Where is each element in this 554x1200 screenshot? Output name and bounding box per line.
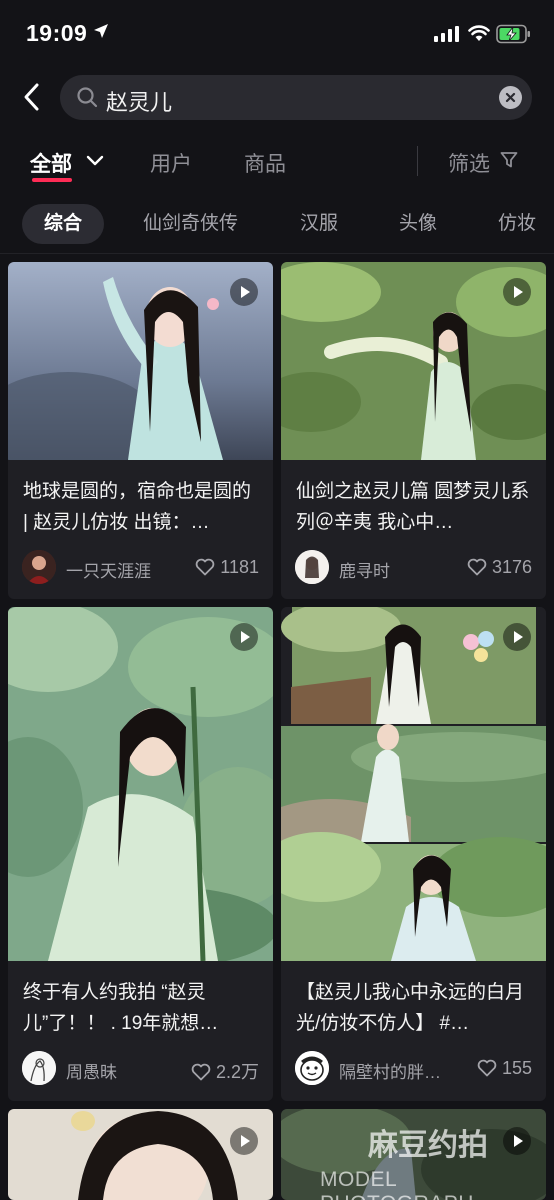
- wifi-icon: [468, 25, 490, 41]
- filter-button[interactable]: 筛选: [448, 148, 518, 178]
- primary-tabs: 全部 用户 商品 筛选: [0, 140, 554, 190]
- feed-card[interactable]: 【赵灵儿我心中永远的白月光/仿妆不仿人】 #… 隔壁村的胖… 155: [281, 607, 546, 1101]
- watermark-line2: MODEL PHOTOGRAPH: [320, 1168, 473, 1200]
- heart-icon: [191, 1063, 211, 1081]
- play-icon: [230, 278, 258, 306]
- card-thumbnail[interactable]: [8, 262, 273, 460]
- tab-products[interactable]: 商品: [244, 148, 286, 178]
- card-thumbnail[interactable]: [281, 607, 546, 961]
- tab-users[interactable]: 用户: [150, 148, 192, 178]
- avatar[interactable]: [22, 1051, 56, 1085]
- watermark-line1: 麻豆约拍: [368, 1129, 488, 1162]
- tab-divider: [417, 146, 418, 176]
- card-title[interactable]: 仙剑之赵灵儿篇 圆梦灵儿系列＠辛夷 我心中…: [296, 476, 532, 538]
- card-author[interactable]: 一只天涯涯: [66, 557, 186, 582]
- feed-card[interactable]: [8, 1109, 273, 1200]
- location-arrow-icon: [94, 24, 108, 38]
- chip-makeup[interactable]: 仿妆: [476, 204, 554, 244]
- like-count: 2.2万: [215, 1062, 259, 1082]
- search-bar[interactable]: 赵灵儿: [60, 75, 532, 120]
- play-icon: [230, 623, 258, 651]
- heart-icon: [477, 1059, 497, 1077]
- chevron-down-icon[interactable]: [86, 155, 104, 167]
- play-icon: [503, 623, 531, 651]
- heart-icon: [467, 558, 487, 576]
- like-count: 1181: [220, 557, 259, 577]
- like-count: 155: [501, 1058, 532, 1078]
- active-tab-indicator: [32, 178, 72, 182]
- status-bar: 19:09: [0, 0, 554, 68]
- filter-icon: [500, 152, 518, 168]
- battery-charging-icon: [496, 24, 530, 44]
- clear-button[interactable]: [499, 86, 522, 109]
- card-title[interactable]: 终于有人约我拍 “赵灵儿”了！！ . 19年就想…: [23, 977, 259, 1039]
- watermark: 麻豆约拍 MODEL PHOTOGRAPH: [318, 1120, 554, 1200]
- card-author[interactable]: 隔壁村的胖…: [339, 1058, 459, 1083]
- header-divider: [0, 253, 554, 254]
- card-author[interactable]: 鹿寻时: [339, 557, 459, 582]
- avatar[interactable]: [22, 550, 56, 584]
- search-icon: [77, 87, 98, 108]
- chip-xianjian[interactable]: 仙剑奇侠传: [121, 204, 260, 244]
- tab-all[interactable]: 全部: [30, 148, 72, 178]
- card-thumbnail[interactable]: [281, 262, 546, 460]
- feed-card[interactable]: 终于有人约我拍 “赵灵儿”了！！ . 19年就想… 周愚昧 2.2万: [8, 607, 273, 1101]
- like-count: 3176: [491, 557, 532, 577]
- filter-label: 筛选: [448, 153, 490, 176]
- status-time: 19:09: [26, 20, 88, 46]
- chip-comprehensive[interactable]: 综合: [22, 204, 105, 244]
- clear-icon: [505, 92, 516, 103]
- card-title[interactable]: 【赵灵儿我心中永远的白月光/仿妆不仿人】 #…: [296, 977, 532, 1039]
- search-input[interactable]: 赵灵儿: [106, 85, 172, 117]
- card-author[interactable]: 周愚昧: [66, 1058, 186, 1083]
- play-icon: [230, 1127, 258, 1155]
- play-icon: [503, 278, 531, 306]
- feed-card[interactable]: 仙剑之赵灵儿篇 圆梦灵儿系列＠辛夷 我心中… 鹿寻时 3176: [281, 262, 546, 599]
- card-likes[interactable]: 2.2万: [191, 1058, 259, 1084]
- signal-icon: [434, 26, 459, 42]
- back-icon[interactable]: [18, 82, 48, 112]
- avatar[interactable]: [295, 1051, 329, 1085]
- card-title[interactable]: 地球是圆的，宿命也是圆的 | 赵灵儿仿妆 出镜：…: [23, 476, 259, 538]
- card-thumbnail[interactable]: [8, 607, 273, 961]
- avatar[interactable]: [295, 550, 329, 584]
- heart-icon: [195, 558, 215, 576]
- card-likes[interactable]: 155: [477, 1058, 532, 1079]
- chip-avatar[interactable]: 头像: [377, 204, 459, 244]
- category-chips: 综合 仙剑奇侠传 汉服 头像 仿妆: [0, 204, 554, 246]
- feed-card[interactable]: 地球是圆的，宿命也是圆的 | 赵灵儿仿妆 出镜：… 一只天涯涯 1181: [8, 262, 273, 599]
- card-thumbnail[interactable]: [8, 1109, 273, 1200]
- card-likes[interactable]: 3176: [467, 557, 532, 578]
- chip-hanfu[interactable]: 汉服: [278, 204, 360, 244]
- card-likes[interactable]: 1181: [195, 557, 259, 578]
